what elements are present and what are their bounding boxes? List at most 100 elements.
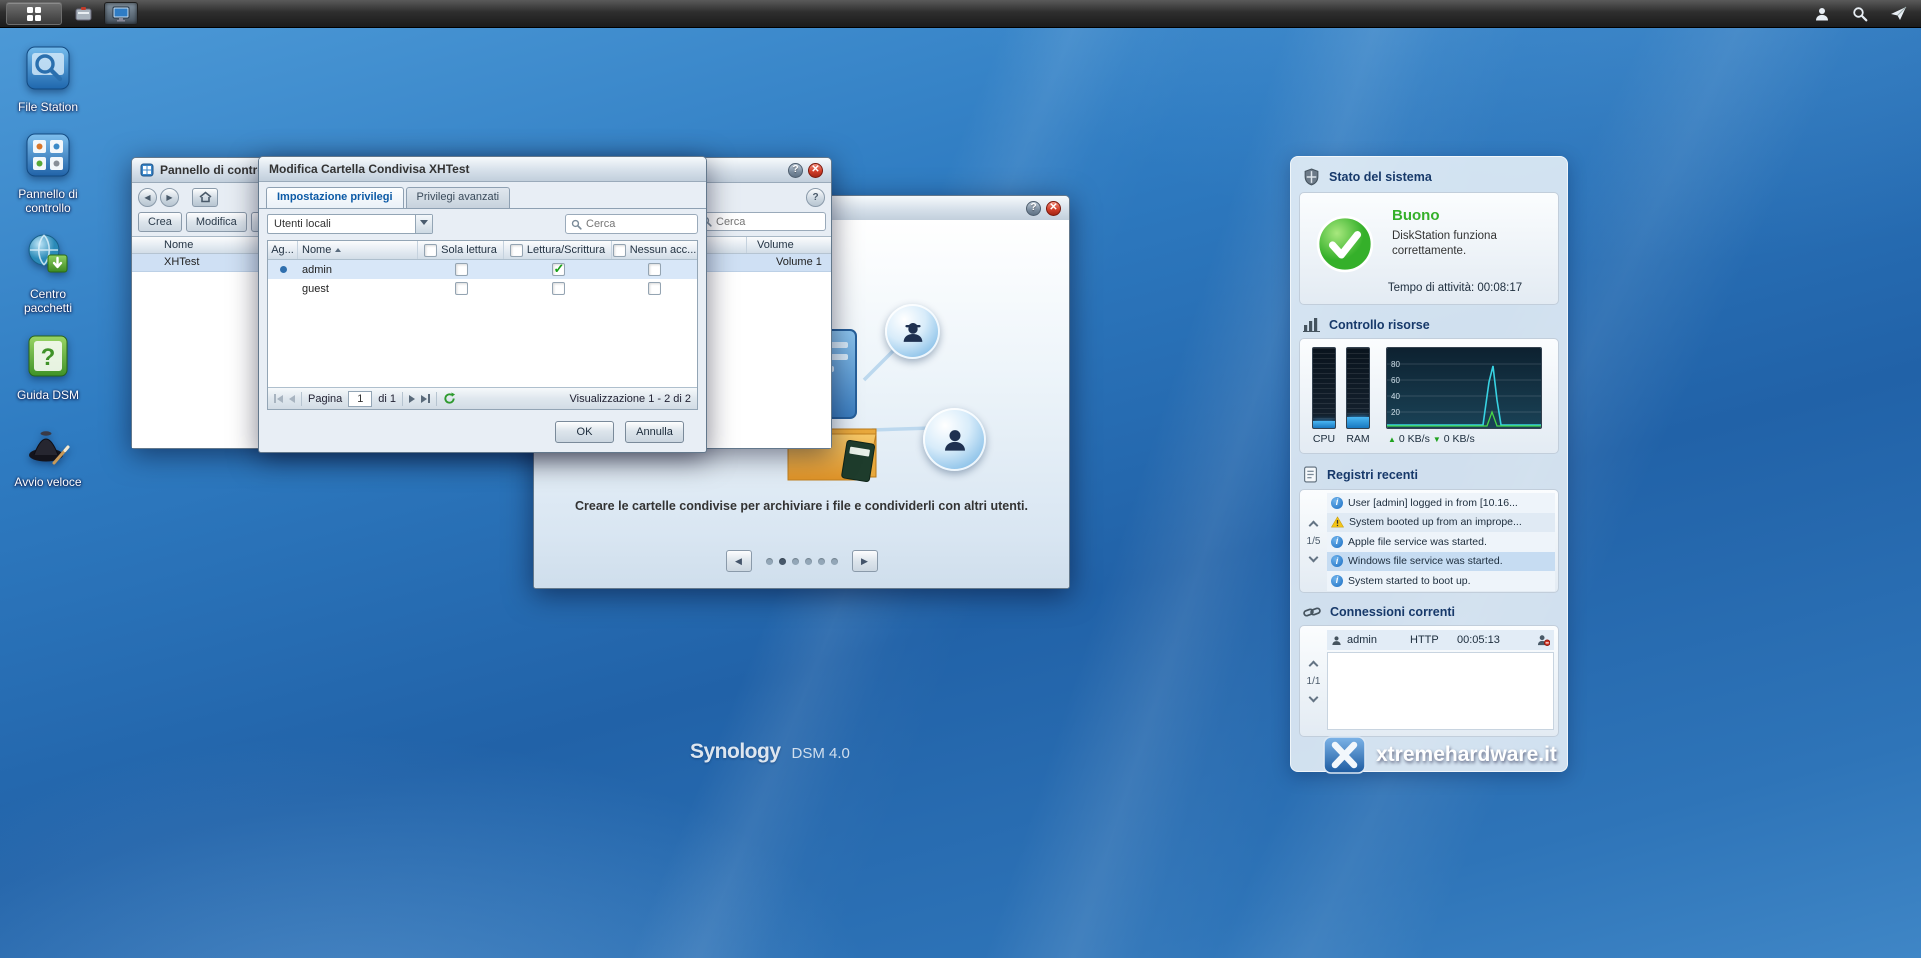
section-title: Registri recenti: [1327, 468, 1418, 482]
carousel-dot-active[interactable]: [779, 558, 786, 565]
network-graph: 80604020: [1386, 347, 1542, 429]
bar-chart-icon: [1303, 317, 1320, 332]
folder-search-box: [695, 212, 826, 231]
window-help-button[interactable]: ?: [1026, 201, 1041, 216]
pilot-view-button[interactable]: [1881, 2, 1915, 25]
user-row-admin[interactable]: admin: [268, 260, 697, 279]
folder-name: XHTest: [164, 256, 199, 268]
connections-page-up-button[interactable]: [1309, 660, 1319, 670]
window-close-button[interactable]: ✕: [808, 163, 823, 178]
user-search-input[interactable]: [586, 218, 692, 230]
logs-page-down-button[interactable]: [1309, 552, 1319, 562]
download-arrow-icon: ▼: [1433, 435, 1441, 444]
owner-indicator: [268, 279, 298, 298]
home-button[interactable]: [192, 188, 218, 207]
last-page-button[interactable]: [421, 394, 430, 403]
carousel-dot[interactable]: [818, 558, 825, 565]
read-write-checkbox[interactable]: [552, 263, 565, 276]
grid-pagination-bar: Pagina di 1 Visualizzazione 1 - 2 di 2: [268, 387, 697, 409]
dialog-controls-row: Utenti locali: [267, 214, 698, 236]
next-page-button[interactable]: [409, 395, 415, 403]
synology-brand: Synology: [690, 740, 781, 764]
column-read-write[interactable]: Lettura/Scrittura: [504, 241, 612, 259]
search-button[interactable]: [1843, 2, 1877, 25]
column-owner[interactable]: Ag...: [268, 241, 298, 259]
folder-search-input[interactable]: [716, 216, 820, 228]
kick-connection-icon[interactable]: [1537, 634, 1550, 646]
window-help-button[interactable]: ?: [788, 163, 803, 178]
ok-button[interactable]: OK: [555, 421, 614, 443]
desktop-icon-control-panel[interactable]: Pannello di controllo: [6, 131, 90, 216]
carousel-dot[interactable]: [792, 558, 799, 565]
watermark-text: xtremehardware.it: [1376, 743, 1557, 767]
window-close-button[interactable]: ✕: [1046, 201, 1061, 216]
no-access-checkbox[interactable]: [648, 282, 661, 295]
previous-page-button[interactable]: [289, 395, 295, 403]
carousel-dot[interactable]: [766, 558, 773, 565]
desktop-icon-quick-start[interactable]: Avvio veloce: [6, 419, 90, 490]
carousel-prev-button[interactable]: ◀: [726, 550, 752, 572]
connections-page-down-button[interactable]: [1309, 692, 1319, 702]
main-menu-button[interactable]: [6, 2, 62, 25]
tab-privilege-setup[interactable]: Impostazione privilegi: [266, 187, 404, 208]
log-entry[interactable]: i System started to boot up.: [1327, 571, 1555, 591]
edit-button[interactable]: Modifica: [186, 212, 247, 232]
logs-pager-rail: 1/5: [1300, 490, 1327, 592]
column-name[interactable]: Nome: [132, 239, 193, 251]
logs-pager-label: 1/5: [1307, 536, 1321, 547]
link-icon: [1303, 605, 1321, 619]
first-page-button[interactable]: [274, 394, 283, 403]
read-only-checkbox[interactable]: [455, 263, 468, 276]
read-write-checkbox[interactable]: [552, 282, 565, 295]
connection-row[interactable]: admin HTTP 00:05:13: [1327, 630, 1554, 650]
page-number-input[interactable]: [348, 391, 372, 407]
log-entry[interactable]: i User [admin] logged in from [10.16...: [1327, 493, 1555, 513]
create-button[interactable]: Crea: [138, 212, 182, 232]
desktop-icon-dsm-help[interactable]: ? Guida DSM: [6, 332, 90, 403]
column-name[interactable]: Nome: [298, 241, 418, 259]
back-button[interactable]: ◀: [138, 188, 157, 207]
logs-page-up-button[interactable]: [1309, 520, 1319, 530]
desktop-icon-label: Centro pacchetti: [6, 288, 90, 316]
user-source-value: Utenti locali: [268, 218, 415, 230]
log-entry[interactable]: System booted up from an imprope...: [1327, 513, 1555, 533]
forward-button[interactable]: ▶: [160, 188, 179, 207]
tab-advanced-privileges[interactable]: Privilegi avanzati: [406, 187, 511, 208]
carousel-next-button[interactable]: ▶: [852, 550, 878, 572]
column-read-write-label: Lettura/Scrittura: [527, 244, 605, 256]
connections-empty-area: [1327, 652, 1554, 730]
current-connections-card: 1/1 admin HTTP 00:05:13: [1299, 625, 1559, 737]
user-badge-admin: [885, 304, 940, 359]
taskbar-app-control-panel[interactable]: [66, 2, 100, 25]
desktop-icon-file-station[interactable]: File Station: [6, 44, 90, 115]
user-source-select[interactable]: Utenti locali: [267, 214, 433, 234]
user-menu-button[interactable]: [1805, 2, 1839, 25]
no-access-checkbox[interactable]: [648, 263, 661, 276]
separator: [436, 392, 437, 406]
log-entry-selected[interactable]: i Windows file service was started.: [1327, 552, 1555, 572]
column-no-access-label: Nessun acc...: [630, 244, 697, 256]
cpu-meter: [1312, 347, 1336, 429]
privileges-grid: Ag... Nome Sola lettura Lettura/Scrittur…: [267, 240, 698, 410]
carousel-dot[interactable]: [831, 558, 838, 565]
carousel-dot[interactable]: [805, 558, 812, 565]
select-all-no-access-checkbox[interactable]: [613, 244, 626, 257]
select-all-read-only-checkbox[interactable]: [424, 244, 437, 257]
panel-help-button[interactable]: ?: [806, 188, 825, 207]
column-volume[interactable]: Volume: [746, 237, 833, 253]
cancel-button[interactable]: Annulla: [625, 421, 684, 443]
svg-text:20: 20: [1391, 408, 1400, 417]
window-app-icon: [140, 163, 154, 177]
log-entry[interactable]: i Apple file service was started.: [1327, 532, 1555, 552]
dialog-titlebar[interactable]: Modifica Cartella Condivisa XHTest: [259, 157, 706, 182]
section-title: Controllo risorse: [1329, 318, 1430, 332]
read-only-checkbox[interactable]: [455, 282, 468, 295]
column-read-only[interactable]: Sola lettura: [418, 241, 504, 259]
user-row-guest[interactable]: guest: [268, 279, 697, 298]
status-message: DiskStation funziona correttamente.: [1392, 229, 1552, 259]
column-no-access[interactable]: Nessun acc...: [612, 241, 697, 259]
desktop-icon-package-center[interactable]: Centro pacchetti: [6, 231, 90, 316]
select-all-read-write-checkbox[interactable]: [510, 244, 523, 257]
taskbar-app-file-browser[interactable]: [104, 2, 138, 25]
refresh-icon[interactable]: [443, 392, 456, 405]
